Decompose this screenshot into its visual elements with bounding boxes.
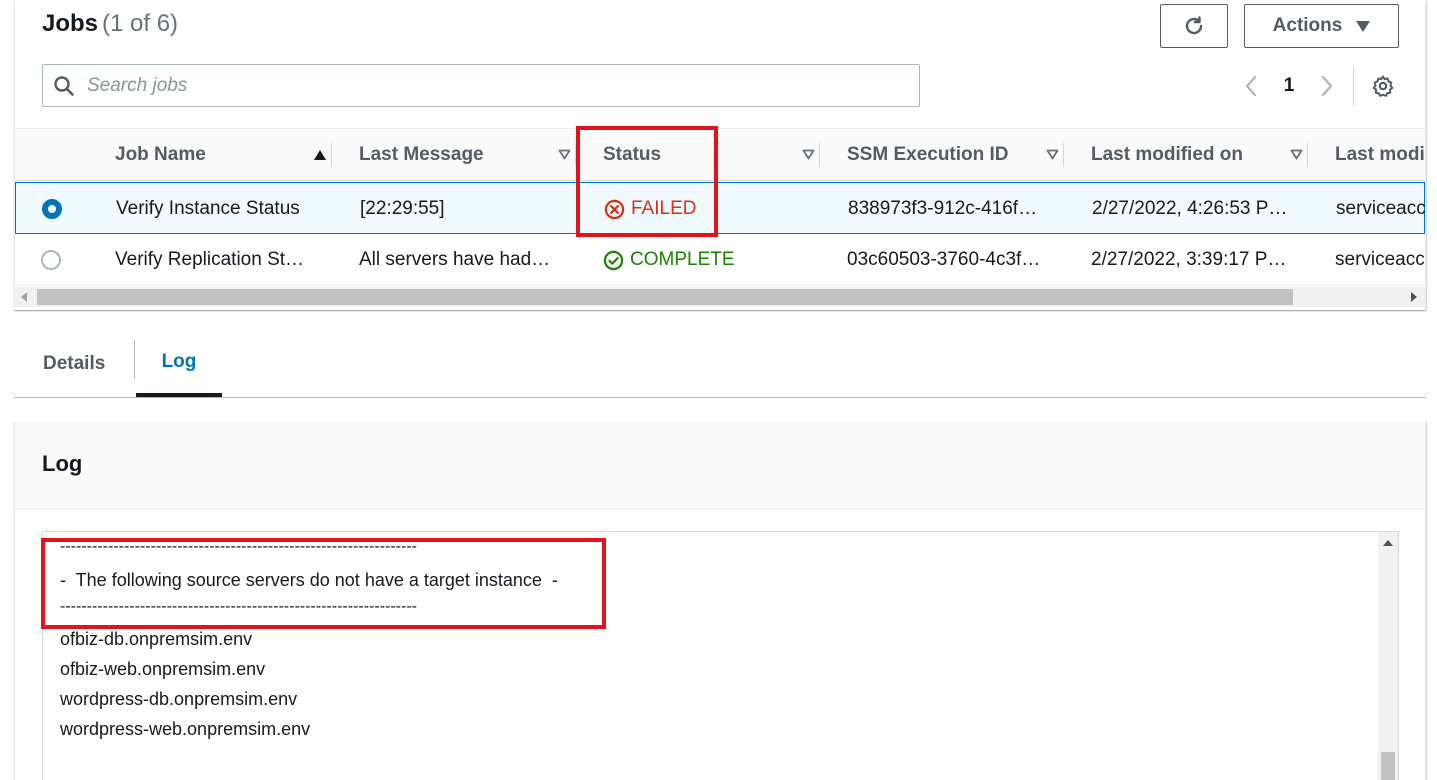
cell-ssm-execution-id: 838973f3-912c-416f… — [848, 198, 1038, 219]
log-header: Log — [15, 421, 1425, 509]
column-header-job-name[interactable]: Job Name — [115, 129, 331, 181]
column-label-job-name: Job Name — [115, 144, 206, 165]
jobs-title: Jobs — [42, 10, 99, 37]
cell-last-modified-on: 2/27/2022, 4:26:53 P… — [1092, 198, 1288, 219]
sort-icon — [1046, 149, 1059, 160]
status-badge: FAILED — [604, 198, 696, 220]
column-separator — [331, 143, 332, 167]
log-line: wordpress-web.onpremsim.env — [60, 719, 311, 739]
actions-label: Actions — [1272, 15, 1343, 36]
gear-icon — [1372, 75, 1394, 97]
check-circle-icon — [603, 250, 624, 270]
column-label-ssm-execution-id: SSM Execution ID — [847, 144, 1009, 165]
status-badge: COMPLETE — [603, 249, 735, 271]
sort-icon — [802, 149, 815, 160]
column-header-last-modified-by[interactable]: Last modi — [1335, 129, 1425, 181]
sort-icon — [1290, 149, 1303, 160]
column-separator — [1307, 143, 1308, 167]
row-select-radio[interactable] — [41, 250, 61, 270]
pagination: 1 — [1239, 70, 1339, 102]
column-label-last-message: Last Message — [359, 144, 484, 165]
cell-ssm-execution-id: 03c60503-3760-4c3f… — [847, 249, 1041, 270]
scroll-left-arrow-icon[interactable] — [21, 292, 27, 302]
log-line: ----------------------------------------… — [60, 598, 417, 615]
column-separator — [575, 143, 576, 167]
cell-last-modified-by: serviceacco — [1335, 249, 1425, 270]
tab-details[interactable]: Details — [43, 330, 105, 397]
column-label-last-modified-on: Last modified on — [1091, 144, 1243, 165]
log-line: ----------------------------------------… — [60, 538, 417, 555]
refresh-button[interactable] — [1160, 4, 1228, 48]
chevron-left-icon — [1245, 75, 1257, 97]
pager-divider — [1353, 66, 1354, 106]
cell-status: COMPLETE — [603, 234, 819, 286]
search-jobs-field[interactable] — [42, 64, 920, 107]
column-header-status[interactable]: Status — [603, 129, 819, 181]
horizontal-scrollbar[interactable] — [15, 287, 1425, 307]
cell-last-modified-by: serviceacco — [1336, 198, 1426, 219]
column-separator — [819, 143, 820, 167]
log-line: - The following source servers do not ha… — [60, 570, 558, 590]
actions-button[interactable]: Actions — [1244, 4, 1399, 48]
tab-separator — [134, 340, 135, 378]
log-title: Log — [42, 451, 83, 476]
column-label-last-modified-by: Last modi — [1335, 144, 1425, 165]
scrollbar-thumb[interactable] — [1381, 752, 1395, 780]
search-icon — [54, 75, 74, 96]
cell-job-name: Verify Instance Status — [116, 198, 300, 219]
cell-last-message: [22:29:55] — [360, 198, 445, 219]
jobs-count: (1 of 6) — [102, 10, 179, 37]
tab-log[interactable]: Log — [136, 330, 222, 397]
refresh-icon — [1185, 16, 1203, 35]
sort-icon — [558, 149, 571, 160]
table-row[interactable]: Verify Instance Status [22:29:55] FAILED… — [15, 182, 1426, 235]
detail-tabs: Details Log — [14, 330, 1426, 398]
cell-last-modified-on: 2/27/2022, 3:39:17 P… — [1091, 249, 1287, 270]
error-circle-icon — [604, 199, 625, 219]
log-line: ofbiz-web.onpremsim.env — [60, 659, 266, 679]
cell-last-message: All servers have had… — [359, 249, 551, 270]
log-line: wordpress-db.onpremsim.env — [60, 689, 298, 709]
vertical-scrollbar[interactable] — [1378, 532, 1398, 780]
log-line: ofbiz-db.onpremsim.env — [60, 629, 253, 649]
status-text: COMPLETE — [630, 249, 735, 270]
next-page-button[interactable] — [1315, 70, 1339, 102]
caret-down-icon — [1356, 20, 1371, 32]
table-row[interactable]: Verify Replication St… All servers have … — [15, 234, 1425, 286]
preferences-button[interactable] — [1367, 70, 1399, 102]
previous-page-button[interactable] — [1239, 70, 1263, 102]
column-label-status: Status — [603, 144, 662, 165]
cell-status: FAILED — [604, 183, 820, 235]
scroll-up-arrow-icon[interactable] — [1383, 540, 1393, 546]
status-text: FAILED — [631, 198, 697, 219]
scroll-right-arrow-icon[interactable] — [1411, 292, 1417, 302]
column-header-last-modified-on[interactable]: Last modified on — [1091, 129, 1307, 181]
jobs-table-header: Job Name Last Message Status SSM Executi… — [15, 129, 1425, 181]
sort-ascending-icon — [314, 150, 326, 160]
log-panel: Log ------------------------------------… — [14, 421, 1426, 780]
log-output[interactable]: ----------------------------------------… — [42, 531, 1399, 780]
jobs-heading: Jobs (1 of 6) — [42, 10, 178, 38]
column-header-ssm-execution-id[interactable]: SSM Execution ID — [847, 129, 1063, 181]
column-separator — [1063, 143, 1064, 167]
page-number[interactable]: 1 — [1263, 75, 1315, 97]
search-input[interactable] — [87, 74, 887, 97]
cell-job-name: Verify Replication St… — [115, 249, 305, 270]
jobs-panel: Jobs(1 of 6) Actions 1 — [14, 0, 1426, 310]
chevron-right-icon — [1321, 75, 1333, 97]
row-select-radio[interactable] — [42, 199, 62, 219]
column-header-last-message[interactable]: Last Message — [359, 129, 575, 181]
scrollbar-thumb[interactable] — [37, 289, 1293, 305]
